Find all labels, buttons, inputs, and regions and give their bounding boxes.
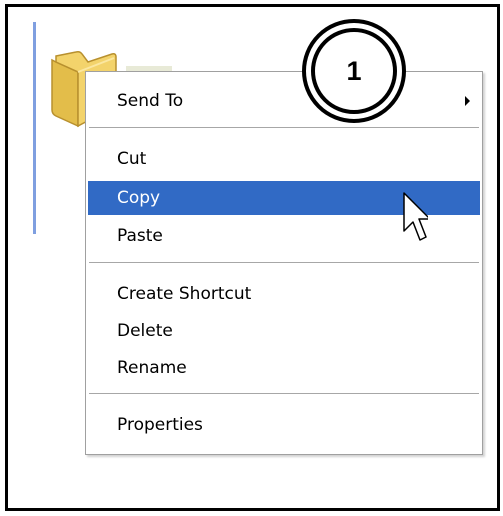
step-number: 1 <box>346 55 362 86</box>
menu-item-send-to[interactable]: Send To <box>88 84 480 118</box>
step-number-badge-inner: 1 <box>311 28 397 114</box>
menu-item-label: Paste <box>117 226 163 246</box>
menu-item-properties[interactable]: Properties <box>88 408 480 442</box>
menu-separator <box>89 262 479 264</box>
menu-item-create-shortcut[interactable]: Create Shortcut <box>88 277 480 311</box>
menu-separator <box>89 393 479 395</box>
submenu-arrow-icon <box>465 96 470 106</box>
menu-item-label: Copy <box>117 188 161 208</box>
selection-bar <box>33 22 36 234</box>
menu-item-cut[interactable]: Cut <box>88 142 480 176</box>
menu-item-rename[interactable]: Rename <box>88 351 480 385</box>
menu-item-label: Send To <box>117 91 184 111</box>
mouse-pointer-icon <box>403 192 428 241</box>
menu-item-label: Create Shortcut <box>117 284 252 304</box>
menu-item-label: Delete <box>117 321 173 341</box>
menu-item-label: Cut <box>117 149 147 169</box>
menu-item-delete[interactable]: Delete <box>88 314 480 348</box>
menu-item-label: Properties <box>117 415 203 435</box>
menu-item-label: Rename <box>117 358 187 378</box>
step-number-badge: 1 <box>302 19 406 123</box>
context-menu: Send To Cut Copy Paste Create Shortcut D… <box>85 71 483 455</box>
menu-separator <box>89 127 479 129</box>
